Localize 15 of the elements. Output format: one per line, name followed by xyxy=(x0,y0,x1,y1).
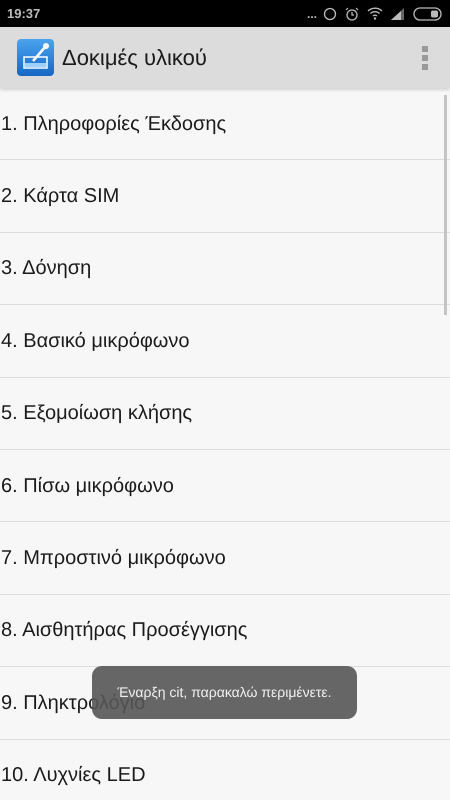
status-time: 19:37 xyxy=(7,4,40,23)
signal-icon xyxy=(391,8,405,20)
list-item[interactable]: 7. Μπροστινό μικρόφωνο xyxy=(0,522,450,595)
overflow-menu-button[interactable] xyxy=(420,44,430,72)
app-title: Δοκιμές υλικού xyxy=(62,44,207,72)
wifi-icon xyxy=(367,7,383,20)
alarm-icon xyxy=(345,6,359,20)
list-item[interactable]: 4. Βασικό μικρόφωνο xyxy=(0,305,450,378)
app-icon xyxy=(17,39,54,76)
list-item[interactable]: 6. Πίσω μικρόφωνο xyxy=(0,450,450,522)
sync-icon xyxy=(323,6,337,20)
battery-icon xyxy=(413,6,443,20)
list-item[interactable]: 5. Εξομοίωση κλήσης xyxy=(0,378,450,450)
list-item[interactable]: 10. Λυχνίες LED xyxy=(0,740,450,800)
notification-overflow: ... xyxy=(306,8,317,20)
